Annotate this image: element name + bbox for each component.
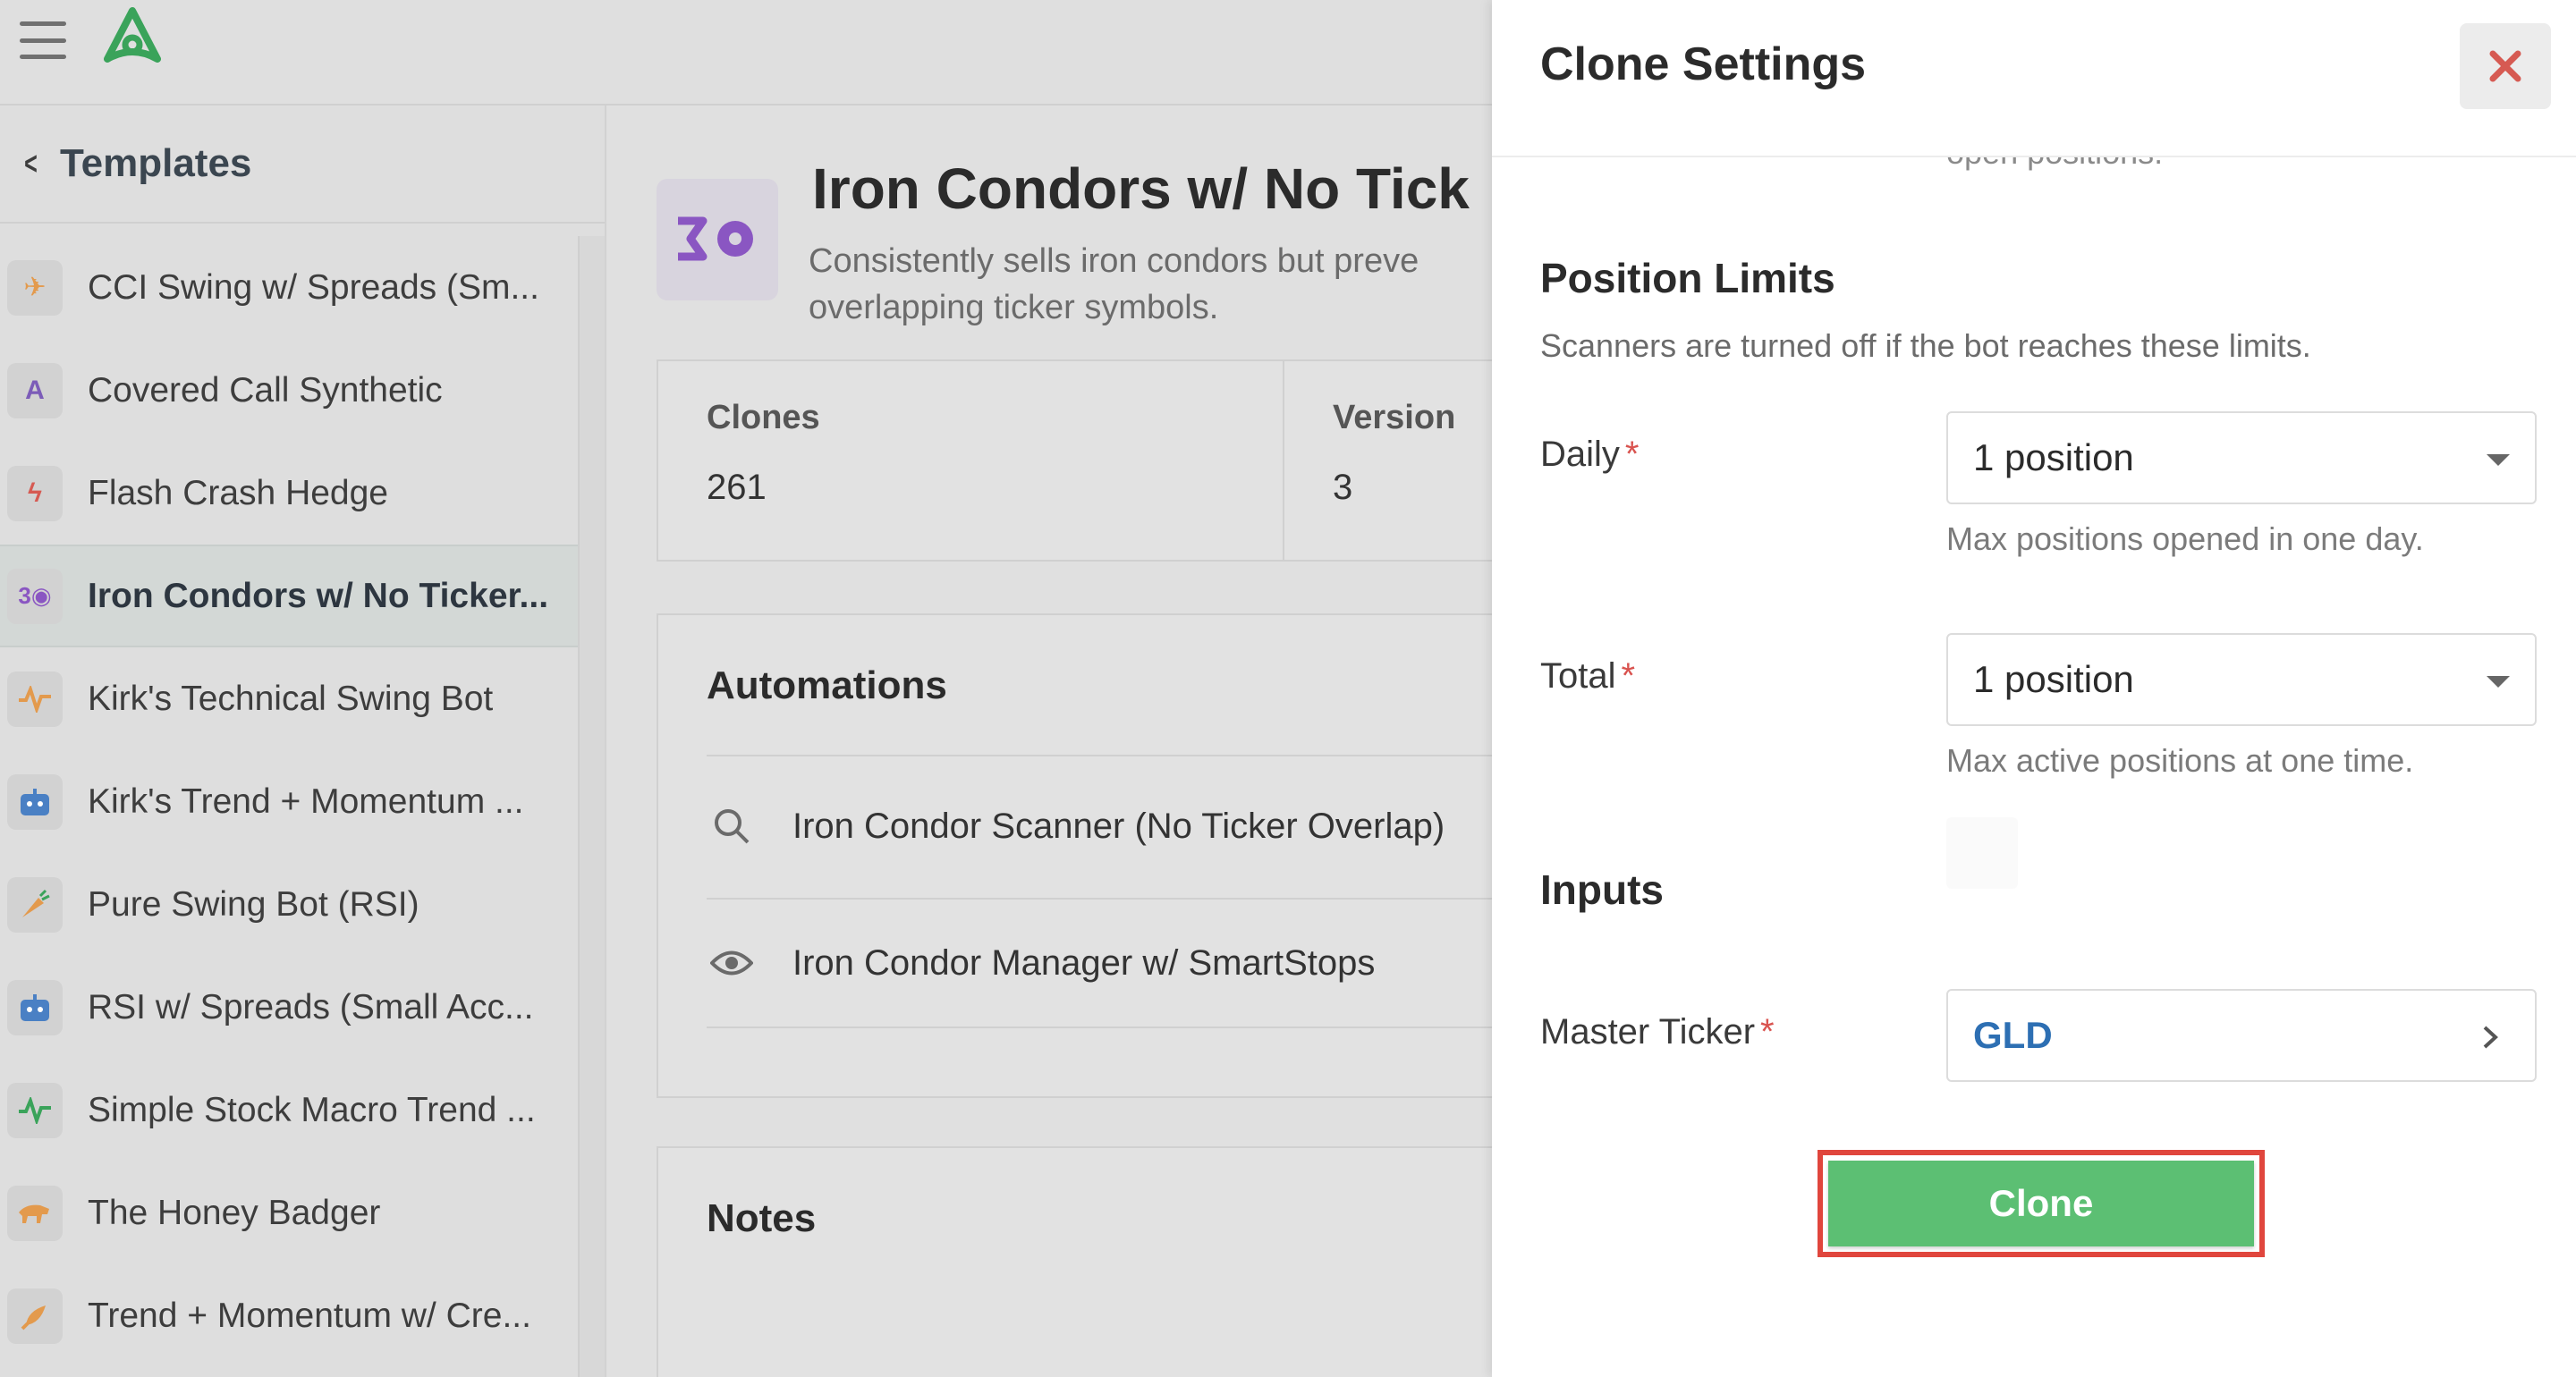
hamburger-menu-icon[interactable] — [20, 20, 66, 61]
inputs-title: Inputs — [1540, 866, 1664, 913]
airplane-icon: ✈ — [7, 259, 63, 316]
sidebar-item-label: Flash Crash Hedge — [88, 473, 388, 512]
sidebar-item-honey-badger[interactable]: The Honey Badger — [0, 1162, 578, 1264]
pulse-icon — [7, 671, 63, 727]
sidebar-item-label: Simple Stock Macro Trend ... — [88, 1090, 536, 1129]
total-label: Total * — [1540, 656, 1636, 696]
sidebar-item-label: The Honey Badger — [88, 1193, 381, 1232]
daily-limit-value: 1 position — [1973, 436, 2134, 478]
clone-button[interactable]: Clone — [1828, 1161, 2254, 1246]
template-list: ✈ CCI Swing w/ Spreads (Sm... A Covered … — [0, 236, 578, 1367]
position-limits-description: Scanners are turned off if the bot reach… — [1540, 327, 2311, 364]
scrolled-help-text: open positions. — [1946, 157, 2163, 172]
top-bar — [0, 0, 1492, 106]
sidebar-item-pure-swing[interactable]: Pure Swing Bot (RSI) — [0, 853, 578, 956]
iron-condor-icon — [657, 179, 778, 300]
chart-a-icon: A — [7, 362, 63, 418]
robot-icon — [7, 979, 63, 1035]
required-marker: * — [1624, 435, 1640, 474]
chevron-right-icon — [2472, 1019, 2508, 1055]
sidebar-title: Templates — [60, 141, 252, 185]
panel-header: Clone Settings — [1492, 0, 2576, 157]
chevron-left-icon: < — [24, 145, 38, 182]
close-icon — [2489, 50, 2521, 82]
page-title: Iron Condors w/ No Tick — [812, 156, 1470, 221]
sidebar-item-label: Trend + Momentum w/ Cre... — [88, 1296, 531, 1335]
lightning-icon: ϟ — [7, 465, 63, 521]
templates-sidebar: < Templates ✈ CCI Swing w/ Spreads (Sm..… — [0, 106, 606, 1377]
app-logo-icon[interactable] — [97, 5, 168, 70]
empty-placeholder — [1946, 817, 2018, 889]
rocket-icon — [7, 1288, 63, 1344]
notes-card: Notes — [657, 1146, 1492, 1377]
total-limit-select[interactable]: 1 position — [1946, 633, 2537, 726]
automation-label: Iron Condor Manager w/ SmartStops — [792, 942, 1376, 983]
automation-row[interactable]: Iron Condor Scanner (No Ticker Overlap) — [707, 755, 1492, 896]
sidebar-item-label: CCI Swing w/ Spreads (Sm... — [88, 267, 539, 307]
sidebar-scrollbar[interactable] — [578, 236, 605, 1377]
panel-title: Clone Settings — [1540, 38, 1867, 90]
pulse-icon — [7, 1082, 63, 1138]
close-button[interactable] — [2460, 23, 2551, 109]
sidebar-item-kirks-trend[interactable]: Kirk's Trend + Momentum ... — [0, 750, 578, 853]
badger-icon — [7, 1185, 63, 1241]
iron-condor-icon: 3◉ — [7, 568, 63, 624]
carrot-icon — [7, 876, 63, 933]
robot-icon — [7, 773, 63, 830]
automations-title: Automations — [707, 663, 947, 707]
template-description: Consistently sells iron condors but prev… — [809, 242, 1419, 326]
sidebar-item-cci-swing[interactable]: ✈ CCI Swing w/ Spreads (Sm... — [0, 236, 578, 339]
required-marker: * — [1760, 1012, 1775, 1052]
sidebar-item-trend-momentum[interactable]: Trend + Momentum w/ Cre... — [0, 1264, 578, 1367]
total-limit-value: 1 position — [1973, 658, 2134, 700]
sidebar-item-label: RSI w/ Spreads (Small Acc... — [88, 987, 534, 1026]
clone-button-highlight: Clone — [1818, 1150, 2265, 1257]
master-ticker-label: Master Ticker * — [1540, 1012, 1775, 1052]
automation-label: Iron Condor Scanner (No Ticker Overlap) — [792, 806, 1445, 846]
eye-icon — [707, 938, 757, 988]
daily-limit-select[interactable]: 1 position — [1946, 411, 2537, 504]
sidebar-item-flash-crash[interactable]: ϟ Flash Crash Hedge — [0, 442, 578, 545]
sidebar-item-covered-call[interactable]: A Covered Call Synthetic — [0, 339, 578, 442]
sidebar-item-simple-stock[interactable]: Simple Stock Macro Trend ... — [0, 1059, 578, 1162]
stat-clones: Clones 261 — [658, 361, 1284, 560]
template-stats: Clones 261 Version 3 — [657, 359, 1492, 562]
clone-settings-panel: Clone Settings open positions. Position … — [1492, 0, 2576, 1377]
sidebar-item-label: Kirk's Technical Swing Bot — [88, 679, 494, 718]
caret-down-icon — [2487, 454, 2510, 466]
template-detail: Iron Condors w/ No Tick Consistently sel… — [608, 106, 1492, 1377]
sidebar-item-rsi-spreads[interactable]: RSI w/ Spreads (Small Acc... — [0, 956, 578, 1059]
sidebar-item-kirks-technical[interactable]: Kirk's Technical Swing Bot — [0, 647, 578, 750]
position-limits-title: Position Limits — [1540, 255, 1835, 301]
stat-label: Clones — [707, 399, 820, 436]
panel-body[interactable]: open positions. Position Limits Scanners… — [1492, 157, 2576, 1377]
sidebar-item-label: Kirk's Trend + Momentum ... — [88, 781, 524, 821]
sidebar-item-iron-condors[interactable]: 3◉ Iron Condors w/ No Ticker... — [0, 545, 578, 647]
sidebar-item-label: Pure Swing Bot (RSI) — [88, 884, 419, 924]
daily-label: Daily * — [1540, 435, 1640, 474]
automation-row[interactable]: Iron Condor Manager w/ SmartStops — [707, 898, 1492, 1028]
required-marker: * — [1621, 656, 1636, 696]
daily-limit-help: Max positions opened in one day. — [1946, 520, 2424, 557]
automations-card: Automations Iron Condor Scanner (No Tick… — [657, 613, 1492, 1098]
total-limit-help: Max active positions at one time. — [1946, 742, 2414, 779]
stat-version: Version 3 — [1284, 361, 1492, 560]
stat-value: 261 — [707, 468, 767, 507]
search-icon — [707, 801, 757, 851]
templates-back-link[interactable]: < Templates — [0, 106, 605, 224]
caret-down-icon — [2487, 676, 2510, 688]
sidebar-item-label: Covered Call Synthetic — [88, 370, 443, 410]
stat-label: Version — [1333, 399, 1456, 436]
sidebar-item-label: Iron Condors w/ No Ticker... — [88, 576, 549, 615]
notes-title: Notes — [707, 1196, 817, 1240]
master-ticker-value: GLD — [1973, 1014, 2053, 1056]
stat-value: 3 — [1333, 468, 1353, 507]
master-ticker-field[interactable]: GLD — [1946, 989, 2537, 1082]
